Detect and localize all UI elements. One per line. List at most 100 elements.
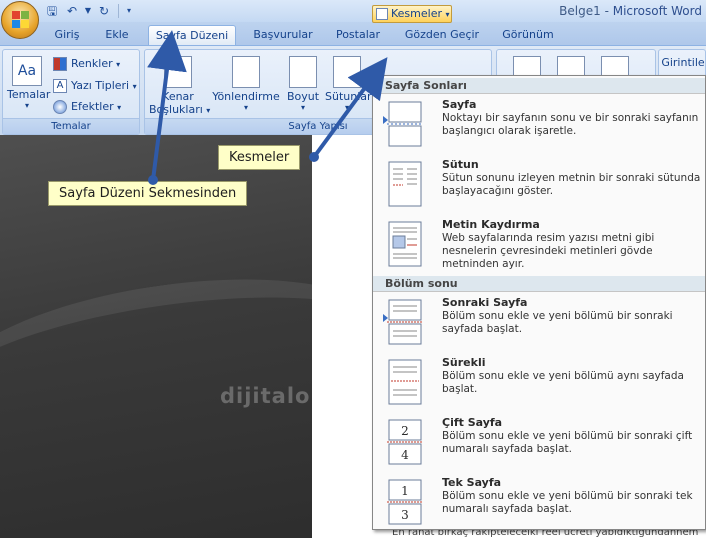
tab-postalar[interactable]: Postalar (330, 25, 386, 46)
odd-page-section-icon: 1 3 (387, 479, 423, 525)
yonlendirme-button[interactable]: Yönlendirme ▾ (211, 56, 281, 112)
menu-item-title: Sürekli (442, 356, 486, 369)
yazi-tipleri-label: Yazı Tipleri (71, 79, 130, 92)
menu-item-title: Sütun (442, 158, 479, 171)
menu-item-title: Sonraki Sayfa (442, 296, 528, 309)
menu-item-metin-kaydirma[interactable]: Metin Kaydırma Web sayfalarında resim ya… (373, 215, 705, 273)
quick-access-toolbar: 🖫 ↶ ▼ ↻ ▾ (44, 2, 133, 20)
menu-item-sutun[interactable]: Sütun Sütun sonunu izleyen metnin bir so… (373, 155, 705, 213)
menu-item-description: Bölüm sonu ekle ve yeni bölümü bir sonra… (442, 310, 673, 335)
menu-item-description: Bölüm sonu ekle ve yeni bölümü bir sonra… (442, 490, 693, 515)
chevron-down-icon: ▾ (24, 101, 29, 110)
tab-ekle[interactable]: Ekle (100, 25, 134, 46)
columns-icon (333, 56, 361, 88)
menu-item-description: Noktayı bir sayfanın sonu ve bir sonraki… (442, 112, 699, 137)
bosluklari-label: Boşlukları (149, 103, 203, 116)
tab-gorunum[interactable]: Görünüm (498, 25, 558, 46)
chevron-down-icon[interactable]: ▼ (84, 3, 92, 19)
efektler-label: Efektler (71, 100, 114, 113)
yazi-tipleri-button[interactable]: A Yazı Tipleri ▾ (53, 77, 137, 95)
next-page-section-icon (387, 299, 423, 345)
kenar-bosluklari-label: Boşlukları ▾ (149, 103, 211, 116)
boyut-label: Boyut (286, 90, 320, 103)
size-icon (289, 56, 317, 88)
menu-section-sayfa-sonlari: Sayfa Sonları (373, 78, 705, 94)
renkler-label: Renkler (71, 57, 113, 70)
kenar-label: Kenar (162, 90, 194, 103)
office-logo-icon (12, 11, 30, 29)
column-break-icon (388, 161, 422, 207)
callout-kesmeler: Kesmeler (218, 145, 301, 170)
fonts-icon: A (53, 79, 67, 93)
chevron-down-icon: ▾ (116, 60, 121, 69)
chevron-down-icon: ▾ (300, 103, 305, 112)
tab-basvurular[interactable]: Başvurular (248, 25, 318, 46)
window-title: Belge1 - Microsoft Word (559, 4, 702, 18)
kesmeler-label: Kesmeler (391, 7, 442, 20)
tab-sayfa-duzeni[interactable]: Sayfa Düzeni (148, 25, 236, 46)
kesmeler-button[interactable]: Kesmeler ▾ (372, 5, 452, 23)
boyut-button[interactable]: Boyut ▾ (283, 56, 323, 112)
qat-separator (118, 4, 119, 18)
tab-gozden-gecir[interactable]: Gözden Geçir (400, 25, 484, 46)
ribbon-tabs: Giriş Ekle Sayfa Düzeni Başvurular Posta… (0, 22, 706, 46)
callout-sayfa-duzeni: Sayfa Düzeni Sekmesinden (48, 181, 248, 206)
efektler-button[interactable]: Efektler ▾ (53, 98, 121, 116)
group-temalar: Aa Temalar ▾ Renkler ▾ A Yazı Tipleri ▾ E… (2, 49, 140, 135)
title-separator: - (600, 4, 613, 18)
menu-item-title: Sayfa (442, 98, 477, 111)
menu-item-sonraki-sayfa[interactable]: Sonraki Sayfa Bölüm sonu ekle ve yeni bö… (373, 293, 705, 351)
yonlendirme-label: Yönlendirme (212, 90, 280, 103)
menu-item-tek-sayfa[interactable]: 1 3 Tek Sayfa Bölüm sonu ekle ve yeni bö… (373, 473, 705, 531)
save-icon[interactable]: 🖫 (44, 3, 60, 19)
colors-icon (53, 57, 67, 71)
chevron-down-icon: ▾ (206, 106, 211, 115)
document-name: Belge1 (559, 4, 601, 18)
redo-icon[interactable]: ↻ (96, 3, 112, 19)
girintile-label: Girintile (661, 56, 705, 69)
themes-icon: Aa (12, 56, 42, 86)
odd-page-number: 1 (401, 484, 409, 498)
title-bar: 🖫 ↶ ▼ ↻ ▾ Belge1 - Microsoft Word (0, 0, 706, 22)
menu-section-bolum-sonu: Bölüm sonu (373, 276, 705, 292)
effects-icon (53, 100, 67, 114)
sutunlar-label: Sütunlar (325, 90, 372, 103)
office-button[interactable] (1, 1, 39, 39)
chevron-down-icon: ▾ (445, 10, 450, 19)
chevron-down-icon: ▾ (117, 103, 122, 112)
chevron-down-icon: ▾ (132, 82, 137, 91)
customize-qat-icon[interactable]: ▾ (125, 3, 133, 19)
menu-item-description: Bölüm sonu ekle ve yeni bölümü aynı sayf… (442, 370, 684, 395)
even-page-section-icon: 2 4 (387, 419, 423, 465)
text-wrapping-icon (388, 221, 422, 267)
menu-item-surekli[interactable]: Sürekli Bölüm sonu ekle ve yeni bölümü a… (373, 353, 705, 411)
chevron-down-icon: ▾ (344, 103, 349, 112)
page-break-icon (387, 101, 423, 147)
sutunlar-button[interactable]: Sütunlar ▾ (325, 56, 372, 112)
group-label-temalar: Temalar (3, 118, 139, 134)
tab-giris[interactable]: Giriş (50, 25, 84, 46)
undo-icon[interactable]: ↶ (64, 3, 80, 19)
menu-item-title: Metin Kaydırma (442, 218, 540, 231)
menu-item-description: Sütun sonunu izleyen metnin bir sonraki … (442, 172, 701, 197)
kenar-bosluklari-button[interactable]: Kenar Boşlukları ▾ (149, 56, 211, 116)
app-name: Microsoft Word (612, 4, 702, 18)
temalar-button[interactable]: Aa Temalar ▾ (7, 56, 51, 110)
temalar-label: Temalar (7, 88, 51, 101)
menu-item-cift-sayfa[interactable]: 2 4 Çift Sayfa Bölüm sonu ekle ve yeni b… (373, 413, 705, 471)
margins-icon (164, 56, 192, 88)
kesmeler-menu: Sayfa Sonları Sayfa Noktayı bir sayfanın… (372, 75, 706, 530)
menu-item-title: Çift Sayfa (442, 416, 503, 429)
even-page-number: 2 (401, 424, 409, 438)
menu-item-description: Web sayfalarında resim yazısı metni gibi… (442, 232, 655, 270)
chevron-down-icon: ▾ (243, 103, 248, 112)
breaks-icon (376, 8, 388, 20)
even-page-number-2: 4 (401, 448, 409, 462)
odd-page-number-2: 3 (401, 508, 409, 522)
menu-item-title: Tek Sayfa (442, 476, 502, 489)
continuous-section-icon (388, 359, 422, 405)
watermark-text: dijitalo (220, 384, 311, 408)
menu-item-description: Bölüm sonu ekle ve yeni bölümü bir sonra… (442, 430, 693, 455)
menu-item-sayfa[interactable]: Sayfa Noktayı bir sayfanın sonu ve bir s… (373, 95, 705, 153)
renkler-button[interactable]: Renkler ▾ (53, 55, 120, 73)
